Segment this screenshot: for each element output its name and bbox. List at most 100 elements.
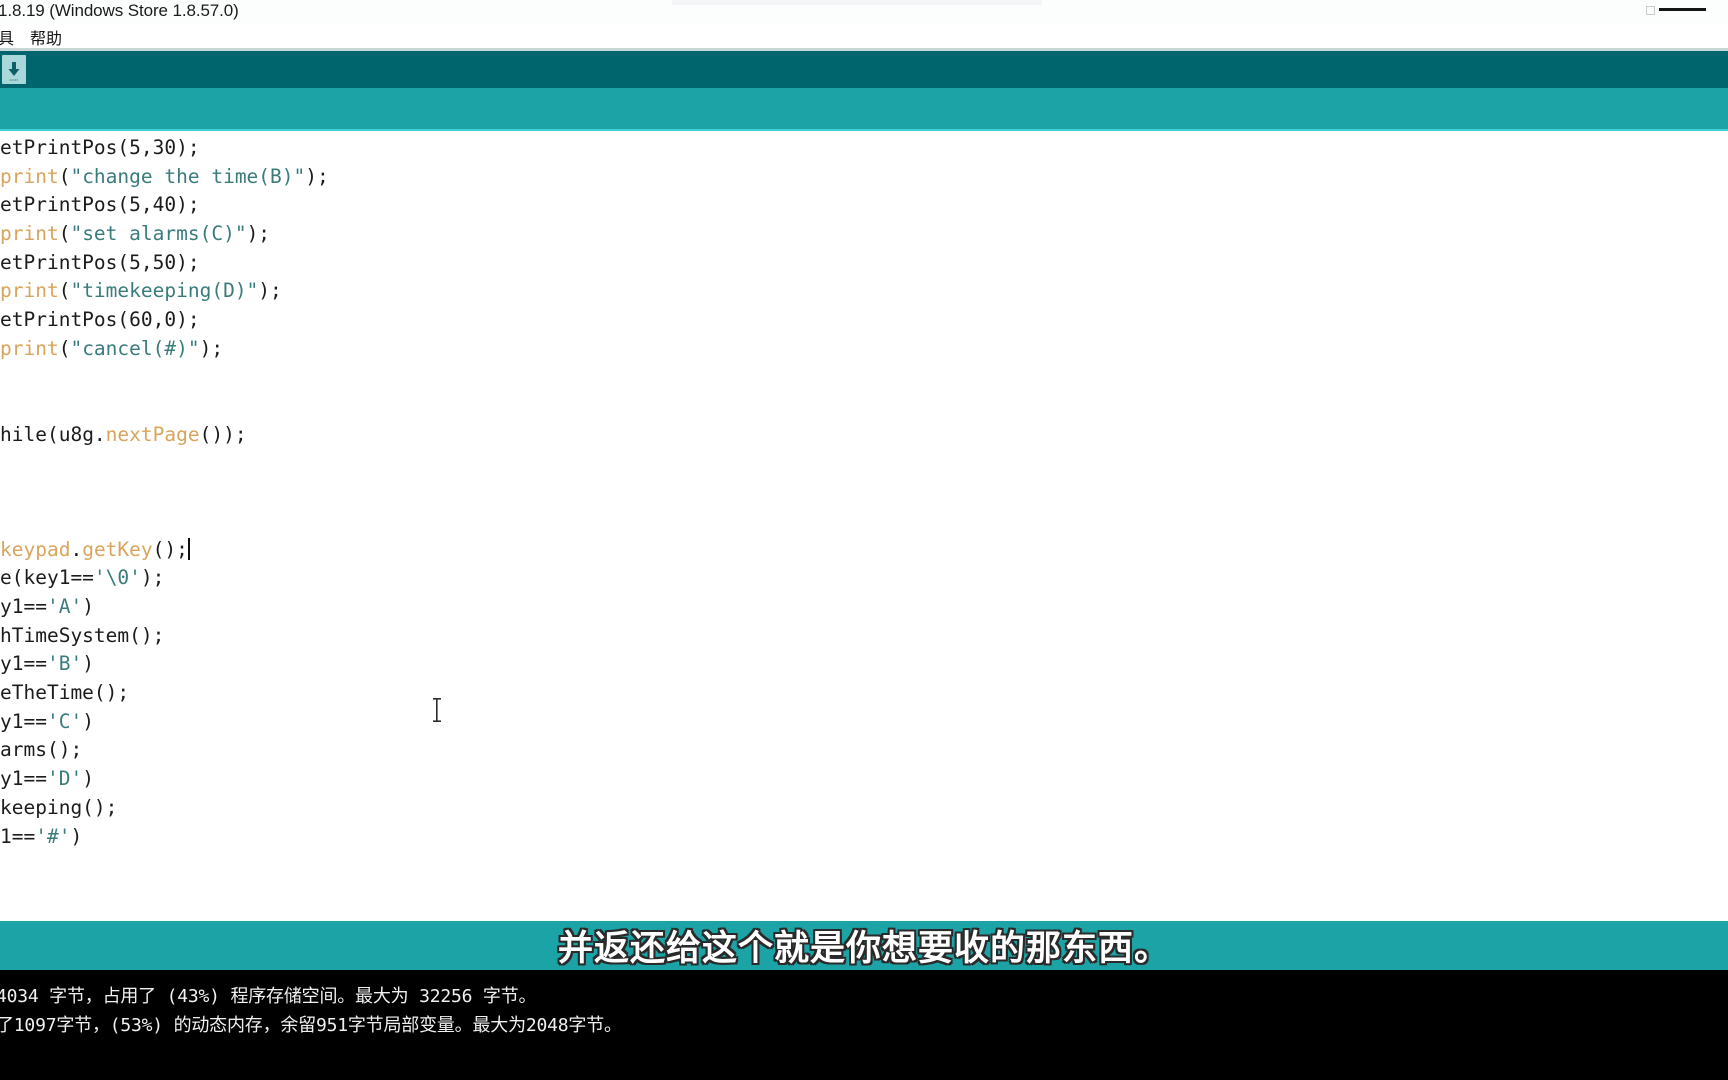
menu-help[interactable]: 帮助 bbox=[28, 25, 64, 49]
code-token: . bbox=[70, 537, 83, 561]
code-token: ); bbox=[305, 164, 329, 188]
code-line: print("set alarms(C)"); bbox=[0, 220, 329, 249]
code-line: etPrintPos(5,30); bbox=[0, 134, 329, 163]
code-token: y1== bbox=[0, 652, 47, 676]
code-line: e(key1=='\0'); bbox=[0, 564, 329, 593]
title-bar-highlight bbox=[672, 0, 1042, 5]
download-button[interactable]: ••••• bbox=[2, 55, 26, 84]
code-token: "timekeeping(D)" bbox=[70, 279, 259, 303]
close-icon[interactable] bbox=[1659, 8, 1706, 11]
code-line: y1=='C') bbox=[0, 708, 329, 737]
code-token: (5,40); bbox=[117, 193, 200, 217]
code-token: etPrintPos bbox=[0, 250, 118, 274]
download-button-sublabel: ••••• bbox=[9, 77, 19, 82]
console-line-dynamic-memory: 了1097字节，(53%) 的动态内存，余留951字节局部变量。最大为2048字… bbox=[0, 1015, 622, 1036]
code-token: '#' bbox=[35, 824, 71, 848]
subtitle-caption: 并返还给这个就是你想要收的那东西。 bbox=[557, 929, 1170, 969]
code-line: y1=='D') bbox=[0, 765, 329, 794]
code-token: 'D' bbox=[46, 767, 83, 791]
code-line: y1=='A') bbox=[0, 593, 329, 622]
code-token: (5,30); bbox=[117, 136, 200, 159]
code-token: keypad bbox=[0, 537, 71, 561]
code-token: arms(); bbox=[0, 738, 83, 762]
restore-icon[interactable] bbox=[1646, 6, 1655, 15]
code-token: print bbox=[0, 222, 59, 246]
code-token: eTheTime(); bbox=[0, 681, 130, 705]
code-token: 'B' bbox=[46, 652, 83, 676]
code-token: hTimeSystem(); bbox=[0, 623, 165, 647]
code-token: 'C' bbox=[46, 709, 83, 733]
code-line: arms(); bbox=[0, 736, 329, 765]
arduino-ide-window: 1.8.19 (Windows Store 1.8.57.0) 具 帮助 •••… bbox=[0, 0, 1728, 1080]
code-line: y1=='B') bbox=[0, 650, 329, 679]
code-token: ); bbox=[258, 279, 282, 303]
code-line: keeping(); bbox=[0, 794, 329, 823]
code-token: (u8g. bbox=[46, 422, 106, 446]
text-cursor-i-beam bbox=[432, 697, 442, 723]
code-editor[interactable]: etPrintPos(5,30); print("change the time(… bbox=[0, 131, 1728, 921]
window-controls[interactable] bbox=[1646, 5, 1706, 17]
code-token: ) bbox=[70, 824, 83, 848]
toolbar-lower-band bbox=[0, 88, 1728, 129]
code-token: y1== bbox=[0, 595, 47, 618]
download-arrow-icon bbox=[6, 61, 22, 79]
code-token: (); bbox=[152, 537, 188, 561]
code-token: ); bbox=[199, 336, 224, 360]
code-token: (60,0); bbox=[117, 308, 200, 332]
window-title: 1.8.19 (Windows Store 1.8.57.0) bbox=[0, 1, 239, 20]
code-token: "cancel(#)" bbox=[70, 336, 200, 360]
text-caret bbox=[187, 537, 190, 560]
code-line: keypad.getKey(); bbox=[0, 536, 329, 565]
code-token: ( bbox=[58, 279, 71, 303]
code-token: 1== bbox=[0, 824, 36, 848]
code-token: ) bbox=[82, 652, 94, 676]
menu-tools[interactable]: 具 bbox=[0, 25, 16, 49]
code-token: print bbox=[0, 336, 59, 360]
code-token: print bbox=[0, 164, 59, 188]
code-token: ) bbox=[82, 595, 94, 618]
code-token: ( bbox=[58, 164, 71, 188]
title-bar: 1.8.19 (Windows Store 1.8.57.0) bbox=[0, 0, 1728, 24]
code-line: hTimeSystem(); bbox=[0, 622, 329, 651]
code-token: etPrintPos bbox=[0, 193, 118, 217]
code-token: hile bbox=[0, 422, 47, 446]
code-token: 'A' bbox=[46, 595, 83, 618]
code-token: keeping(); bbox=[0, 795, 118, 819]
code-line: 1=='#') bbox=[0, 823, 329, 852]
code-token: print bbox=[0, 279, 59, 303]
code-token: (5,50); bbox=[117, 250, 200, 274]
code-line: print("timekeeping(D)"); bbox=[0, 277, 329, 306]
code-token: ( bbox=[58, 222, 71, 246]
code-token: getKey bbox=[82, 537, 153, 561]
code-token: e(key1== bbox=[0, 566, 94, 590]
code-text[interactable]: etPrintPos(5,30); print("change the time(… bbox=[0, 134, 329, 851]
code-line: etPrintPos(60,0); bbox=[0, 306, 329, 335]
code-token: nextPage bbox=[105, 422, 200, 446]
code-token: ); bbox=[140, 566, 165, 590]
code-line: print("change the time(B)"); bbox=[0, 163, 329, 192]
console-output-panel[interactable]: 4034 字节，占用了 (43%) 程序存储空间。最大为 32256 字节。 了… bbox=[0, 970, 1728, 1080]
code-line: eTheTime(); bbox=[0, 679, 329, 708]
code-token: ) bbox=[82, 709, 94, 733]
code-token: "set alarms(C)" bbox=[70, 222, 247, 246]
code-line: etPrintPos(5,50); bbox=[0, 249, 329, 278]
code-token: y1== bbox=[0, 709, 47, 733]
code-line: print("cancel(#)"); bbox=[0, 335, 329, 364]
code-token: '\0' bbox=[93, 566, 141, 590]
toolbar-upper-band bbox=[0, 51, 1728, 88]
code-token: "change the time(B)" bbox=[70, 164, 306, 188]
code-token: ); bbox=[246, 222, 271, 246]
code-token: ) bbox=[82, 767, 94, 791]
code-line: hile(u8g.nextPage()); bbox=[0, 421, 329, 450]
menu-bar: 具 帮助 bbox=[0, 24, 1728, 48]
console-line-program-storage: 4034 字节，占用了 (43%) 程序存储空间。最大为 32256 字节。 bbox=[0, 986, 537, 1007]
code-line: etPrintPos(5,40); bbox=[0, 191, 329, 220]
code-token: etPrintPos bbox=[0, 136, 118, 159]
code-token: y1== bbox=[0, 767, 47, 791]
code-token: etPrintPos bbox=[0, 308, 118, 332]
code-token: ( bbox=[58, 336, 71, 360]
